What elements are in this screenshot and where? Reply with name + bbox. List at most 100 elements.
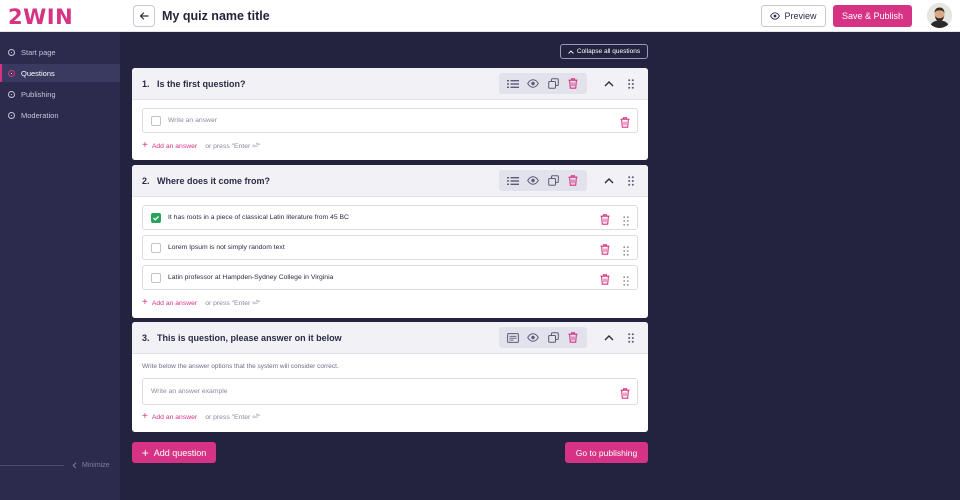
eye-icon [527,79,539,88]
go-to-publishing-button[interactable]: Go to publishing [565,442,648,463]
add-answer-button[interactable]: + Add an answer or press "Enter ⏎" [142,298,260,308]
drag-dots-icon [628,333,634,343]
question-header[interactable]: 2. Where does it come from? [132,165,648,197]
preview-label: Preview [784,11,817,21]
answer-input[interactable]: Write an answer [168,117,217,124]
answer-checkbox[interactable] [151,273,161,283]
delete-answer-button[interactable] [600,272,611,285]
collapse-question-button[interactable] [603,78,615,90]
answer-row[interactable]: Latin professor at Hampden-Sydney Colleg… [142,265,638,290]
delete-question-button[interactable] [566,331,580,345]
visibility-button[interactable] [526,174,540,188]
answer-row[interactable]: Lorem Ipsum is not simply random text [142,235,638,260]
trash-icon [600,274,610,285]
answer-instructions: Write below the answer options that the … [142,363,339,370]
answer-row[interactable]: It has roots in a piece of classical Lat… [142,205,638,230]
answer-input[interactable]: Lorem Ipsum is not simply random text [168,244,285,251]
drag-handle[interactable] [627,78,635,90]
question-title: 1. Is the first question? [142,79,246,89]
plus-icon: + [142,297,148,308]
add-answer-label: Add an answer [151,413,198,421]
answer-checkbox[interactable] [151,243,161,253]
copy-icon [547,175,559,186]
eye-icon [527,176,539,185]
answer-example-field[interactable]: Write an answer example [142,378,638,405]
avatar[interactable] [927,3,952,28]
check-icon [153,215,159,221]
question-card: 3. This is question, please answer on it… [132,322,648,432]
question-text: Is the first question? [157,79,246,89]
question-number: 2. [142,176,150,186]
question-number: 1. [142,79,150,89]
delete-answer-button[interactable] [620,386,631,399]
duplicate-button[interactable] [546,331,560,345]
sidebar-item-label: Publishing [21,89,56,99]
drag-handle[interactable] [627,332,635,344]
chevron-up-icon [604,81,614,87]
visibility-button[interactable] [526,331,540,345]
plus-icon: + [142,140,148,151]
delete-question-button[interactable] [566,174,580,188]
preview-button[interactable]: Preview [761,5,826,27]
chevron-up-icon [568,49,574,54]
delete-answer-button[interactable] [600,242,611,255]
question-title: 2. Where does it come from? [142,176,270,186]
drag-handle[interactable] [627,175,635,187]
sidebar-item-moderation[interactable]: Moderation [0,106,120,124]
collapse-question-button[interactable] [603,175,615,187]
sidebar-item-label: Start page [21,47,56,57]
visibility-button[interactable] [526,77,540,91]
delete-answer-button[interactable] [600,212,611,225]
answer-drag-handle[interactable] [623,213,631,226]
add-question-button[interactable]: + Add question [132,442,216,463]
trash-icon [568,78,578,89]
list-type-button[interactable] [506,174,520,188]
drag-dots-icon [623,276,629,286]
question-card: 2. Where does it come from? It has roots… [132,165,648,318]
trash-icon [620,117,630,128]
sidebar-item-start-page[interactable]: Start page [0,43,120,61]
add-answer-hint: or press "Enter ⏎" [205,143,261,150]
answer-input[interactable]: Latin professor at Hampden-Sydney Colleg… [168,274,333,281]
list-icon [507,79,519,88]
eye-icon [527,333,539,342]
answer-row[interactable]: Write an answer [142,108,638,133]
answer-input[interactable]: Write an answer example [151,388,228,395]
user-photo [927,3,952,28]
drag-dots-icon [628,176,634,186]
answer-checkbox[interactable] [151,116,161,126]
delete-answer-button[interactable] [620,115,631,128]
minimize-label: Minimize [82,462,110,469]
app-logo[interactable]: 2WIN [8,5,73,29]
question-tools [499,73,587,94]
eye-icon [770,12,781,20]
back-button[interactable] [133,5,155,27]
minimize-button[interactable]: Minimize [72,462,110,469]
page-title: My quiz name title [162,9,270,23]
top-bar: 2WIN My quiz name title Preview Save & P… [0,0,960,32]
text-type-button[interactable] [506,331,520,345]
answer-drag-handle[interactable] [623,243,631,256]
trash-icon [568,175,578,186]
list-type-button[interactable] [506,77,520,91]
answer-drag-handle[interactable] [623,273,631,286]
delete-question-button[interactable] [566,77,580,91]
sidebar-item-questions[interactable]: Questions [0,64,120,82]
add-answer-hint: or press "Enter ⏎" [205,300,261,307]
drag-dots-icon [623,216,629,226]
answer-input[interactable]: It has roots in a piece of classical Lat… [168,214,349,221]
add-answer-button[interactable]: + Add an answer or press "Enter ⏎" [142,141,260,151]
question-header[interactable]: 3. This is question, please answer on it… [132,322,648,354]
publish-circle-icon [8,90,15,98]
question-header[interactable]: 1. Is the first question? [132,68,648,100]
sidebar: Start page Questions Publishing Moderati… [0,32,120,500]
collapse-all-button[interactable]: Collapse all questions [560,44,648,59]
collapse-all-label: Collapse all questions [576,48,641,55]
sidebar-item-publishing[interactable]: Publishing [0,85,120,103]
duplicate-button[interactable] [546,77,560,91]
save-publish-button[interactable]: Save & Publish [833,5,912,27]
answer-checkbox-checked[interactable] [151,213,161,223]
duplicate-button[interactable] [546,174,560,188]
add-answer-button[interactable]: + Add an answer or press "Enter ⏎" [142,412,260,422]
collapse-question-button[interactable] [603,332,615,344]
